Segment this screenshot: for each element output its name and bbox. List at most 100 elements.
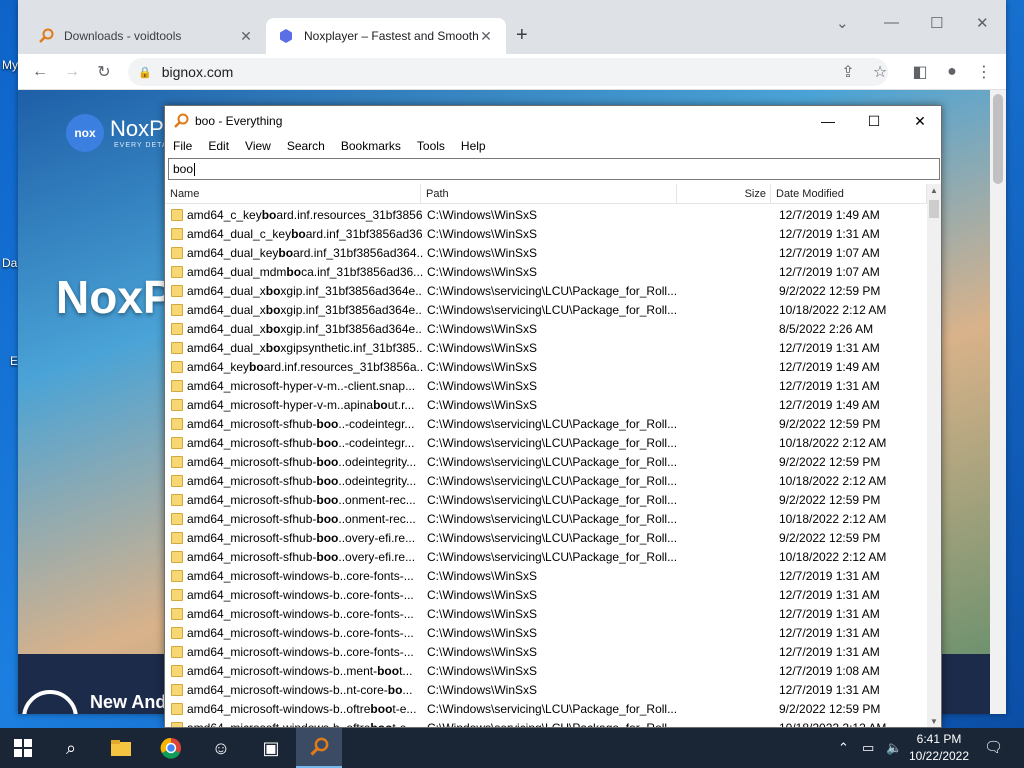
scroll-up-icon[interactable]: ▲ (927, 184, 941, 198)
table-row[interactable]: amd64_microsoft-sfhub-boo..overy-efi.re.… (165, 548, 927, 567)
volume-icon[interactable]: 🔈 (886, 740, 902, 756)
table-row[interactable]: amd64_microsoft-windows-b..core-fonts-..… (165, 643, 927, 662)
menu-edit[interactable]: Edit (200, 139, 237, 153)
table-row[interactable]: amd64_dual_xboxgipsynthetic.inf_31bf385.… (165, 339, 927, 358)
table-row[interactable]: amd64_microsoft-sfhub-boo..onment-rec...… (165, 510, 927, 529)
close-icon[interactable]: ✕ (897, 110, 941, 132)
start-icon[interactable] (0, 728, 46, 768)
table-row[interactable]: amd64_keyboard.inf.resources_31bf3856a..… (165, 358, 927, 377)
address-bar[interactable]: 🔒 bignox.com (128, 58, 888, 86)
notifications-icon[interactable]: 🗨 (984, 738, 1003, 756)
bookmark-star-icon[interactable]: ☆ (868, 60, 892, 84)
menu-icon[interactable]: ⋮ (972, 60, 996, 84)
tab-close-icon[interactable]: ✕ (478, 28, 494, 45)
scroll-thumb[interactable] (929, 200, 939, 218)
column-header-path[interactable]: Path (421, 184, 677, 204)
maximize-icon[interactable]: ☐ (851, 110, 897, 132)
cell-path: C:\Windows\servicing\LCU\Package_for_Rol… (427, 702, 678, 716)
table-row[interactable]: amd64_microsoft-windows-b..oftreboot-e..… (165, 719, 927, 727)
file-explorer-icon[interactable] (98, 728, 144, 768)
name-highlight: bo (265, 284, 281, 298)
desktop-label[interactable]: E (10, 354, 18, 368)
results-list: amd64_c_keyboard.inf.resources_31bf3856.… (165, 206, 927, 727)
column-header-size[interactable]: Size (677, 184, 771, 204)
table-row[interactable]: amd64_microsoft-sfhub-boo..overy-efi.re.… (165, 529, 927, 548)
lock-icon[interactable]: 🔒 (138, 66, 152, 79)
photo-icon[interactable]: ▣ (248, 728, 294, 768)
close-icon[interactable]: ✕ (976, 14, 989, 32)
table-row[interactable]: amd64_microsoft-windows-b..core-fonts-..… (165, 567, 927, 586)
table-row[interactable]: amd64_microsoft-hyper-v-m..-client.snap.… (165, 377, 927, 396)
folder-icon (171, 437, 183, 449)
table-row[interactable]: amd64_c_keyboard.inf.resources_31bf3856.… (165, 206, 927, 225)
column-header-name[interactable]: Name (165, 184, 421, 204)
table-row[interactable]: amd64_dual_xboxgip.inf_31bf3856ad364e...… (165, 320, 927, 339)
minimize-icon[interactable]: — (805, 110, 851, 132)
new-tab-button[interactable]: + (516, 24, 528, 47)
menu-search[interactable]: Search (279, 139, 333, 153)
table-row[interactable]: amd64_microsoft-windows-b..ment-boot... C… (165, 662, 927, 681)
table-row[interactable]: amd64_microsoft-sfhub-boo..odeintegrity.… (165, 453, 927, 472)
table-row[interactable]: amd64_dual_xboxgip.inf_31bf3856ad364e...… (165, 301, 927, 320)
menu-bookmarks[interactable]: Bookmarks (333, 139, 409, 153)
menu-tools[interactable]: Tools (409, 139, 453, 153)
back-icon[interactable]: ← (28, 60, 52, 84)
scroll-down-icon[interactable]: ▼ (927, 715, 941, 727)
table-row[interactable]: amd64_microsoft-sfhub-boo..odeintegrity.… (165, 472, 927, 491)
name-highlight: boo (316, 550, 339, 564)
cell-name: amd64_microsoft-windows-b..oftreboot-e..… (187, 702, 423, 716)
nox-logo[interactable]: nox (66, 114, 104, 152)
name-text: ..odeintegrity... (338, 474, 417, 488)
table-row[interactable]: amd64_microsoft-hyper-v-m..apinabout.r..… (165, 396, 927, 415)
desktop-label[interactable]: Da (2, 256, 17, 270)
search-input[interactable]: boo (168, 158, 940, 180)
column-header-date[interactable]: Date Modified (771, 184, 927, 204)
cell-date: 9/2/2022 12:59 PM (779, 284, 881, 298)
side-panel-icon[interactable]: ◧ (908, 60, 932, 84)
page-scrollbar[interactable] (990, 90, 1006, 714)
table-row[interactable]: amd64_microsoft-windows-b..core-fonts-..… (165, 624, 927, 643)
menu-file[interactable]: File (165, 139, 200, 153)
cell-date: 9/2/2022 12:59 PM (779, 493, 881, 507)
table-row[interactable]: amd64_microsoft-windows-b..oftreboot-e..… (165, 700, 927, 719)
menu-view[interactable]: View (237, 139, 279, 153)
desktop-label[interactable]: My (2, 58, 18, 72)
tab-downloads[interactable]: Downloads - voidtools ✕ (26, 18, 266, 54)
maximize-icon[interactable]: ☐ (930, 14, 943, 32)
tab-noxplayer[interactable]: Noxplayer – Fastest and Smooth ✕ (266, 18, 506, 54)
table-row[interactable]: amd64_microsoft-sfhub-boo..-codeintegr..… (165, 434, 927, 453)
forward-icon[interactable]: → (60, 60, 84, 84)
name-text: amd64_microsoft-sfhub- (187, 417, 317, 431)
tab-search-icon[interactable]: ⌄ (836, 14, 849, 32)
tab-close-icon[interactable]: ✕ (238, 28, 254, 45)
table-row[interactable]: amd64_dual_xboxgip.inf_31bf3856ad364e...… (165, 282, 927, 301)
profile-icon[interactable]: ● (940, 60, 964, 84)
table-row[interactable]: amd64_microsoft-windows-b..nt-core-bo...… (165, 681, 927, 700)
search-icon[interactable]: ⌕ (48, 728, 94, 768)
folder-icon (171, 684, 183, 696)
results-scrollbar[interactable]: ▲ ▼ (927, 184, 941, 727)
folder-icon (171, 247, 183, 259)
table-row[interactable]: amd64_dual_keyboard.inf_31bf3856ad364...… (165, 244, 927, 263)
tab-label: Noxplayer – Fastest and Smooth (304, 29, 478, 43)
table-row[interactable]: amd64_microsoft-windows-b..core-fonts-..… (165, 586, 927, 605)
chevron-up-icon[interactable]: ⌃ (838, 740, 849, 756)
network-icon[interactable]: ▭ (862, 740, 874, 756)
chrome-icon[interactable] (148, 728, 194, 768)
reload-icon[interactable]: ↻ (92, 60, 116, 84)
name-text: ..onment-rec... (338, 493, 416, 507)
table-row[interactable]: amd64_microsoft-sfhub-boo..-codeintegr..… (165, 415, 927, 434)
table-row[interactable]: amd64_microsoft-windows-b..core-fonts-..… (165, 605, 927, 624)
menu-help[interactable]: Help (453, 139, 494, 153)
minimize-icon[interactable]: — (884, 14, 899, 31)
share-icon[interactable]: ⇪ (836, 60, 860, 84)
everything-icon[interactable] (296, 728, 342, 768)
table-row[interactable]: amd64_dual_mdmboca.inf_31bf3856ad36... C:… (165, 263, 927, 282)
table-row[interactable]: amd64_dual_c_keyboard.inf_31bf3856ad36..… (165, 225, 927, 244)
page-scroll-thumb[interactable] (993, 94, 1003, 184)
table-row[interactable]: amd64_microsoft-sfhub-boo..onment-rec...… (165, 491, 927, 510)
clock[interactable]: 6:41 PM 10/22/2022 (902, 731, 976, 765)
cell-date: 10/18/2022 2:12 AM (779, 550, 887, 564)
app-icon[interactable]: ☺ (198, 728, 244, 768)
cell-path: C:\Windows\servicing\LCU\Package_for_Rol… (427, 512, 678, 526)
